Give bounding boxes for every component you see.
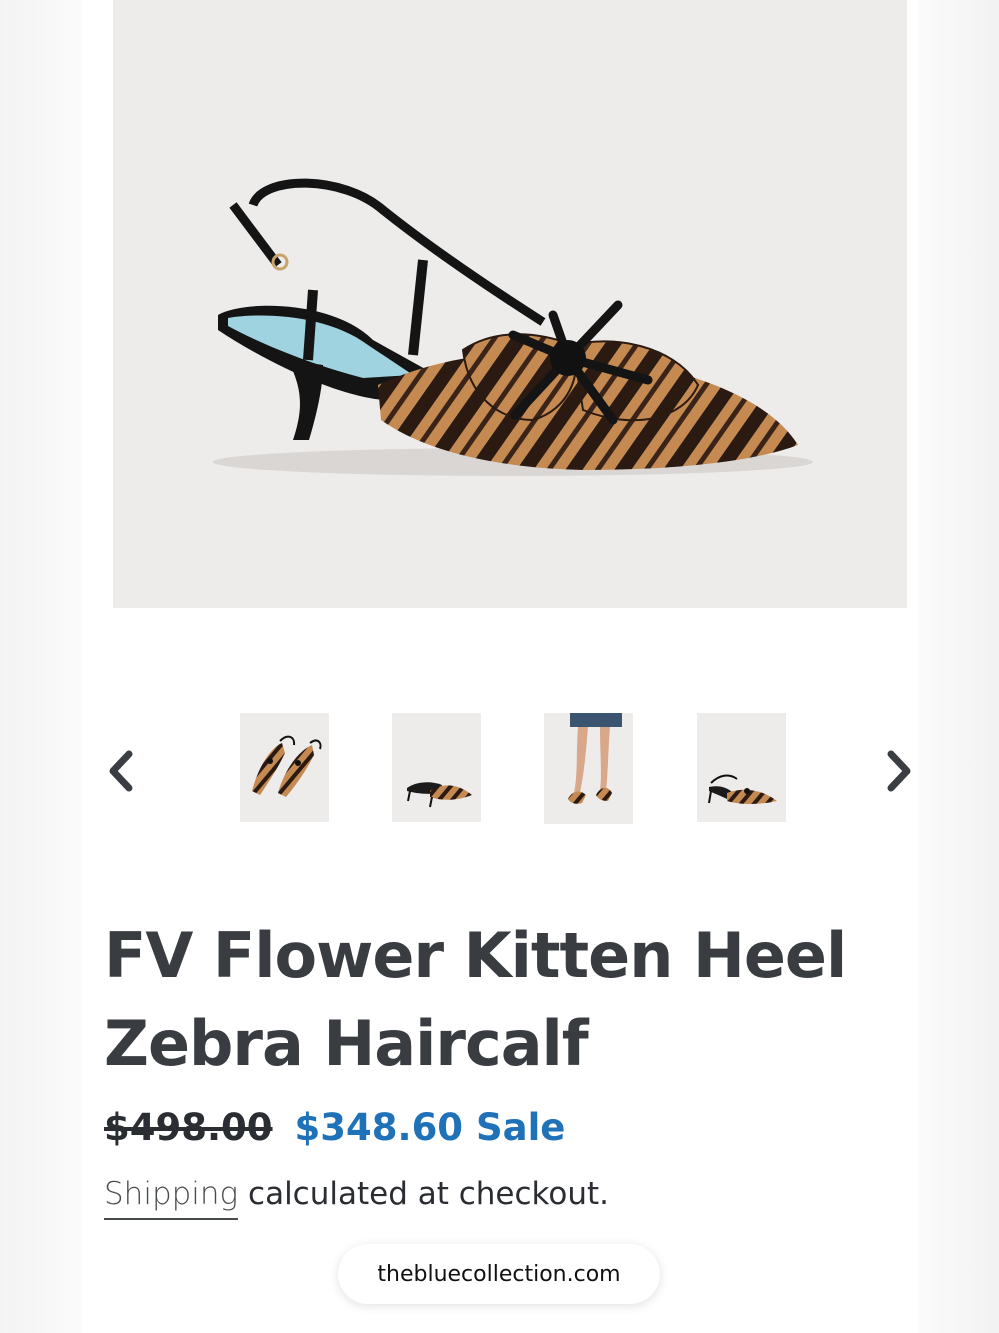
thumbnail-image-model-legs <box>544 713 633 824</box>
thumbnail-4[interactable] <box>697 713 786 822</box>
shipping-link[interactable]: Shipping <box>104 1176 239 1220</box>
thumbnail-2[interactable] <box>392 713 481 822</box>
product-title-line-1: FV Flower Kitten Heel <box>104 919 847 992</box>
left-margin <box>0 0 82 1333</box>
shipping-note: Shipping calculated at checkout. <box>104 1176 610 1220</box>
chevron-right-icon <box>887 750 911 792</box>
thumbnail-image-side <box>697 713 786 822</box>
product-title-line-2: Zebra Haircalf <box>104 1007 589 1080</box>
thumbnail-3[interactable] <box>544 713 633 824</box>
thumbnail-image-pair-top <box>240 713 329 822</box>
gallery-prev-button[interactable] <box>100 748 140 794</box>
shoe-illustration <box>213 178 813 476</box>
url-text: thebluecollection.com <box>377 1261 621 1287</box>
thumbnail-1[interactable] <box>240 713 329 822</box>
price-row: $498.00 $348.60 Sale <box>104 1106 565 1149</box>
main-product-image[interactable] <box>113 0 907 608</box>
shipping-text: calculated at checkout. <box>238 1176 610 1212</box>
sale-price: $348.60 <box>294 1106 464 1149</box>
gallery-next-button[interactable] <box>880 748 920 794</box>
thumbnail-image-side-pair <box>392 713 481 822</box>
original-price: $498.00 <box>104 1106 273 1149</box>
sale-label: Sale <box>475 1106 566 1149</box>
browser-url-bar[interactable]: thebluecollection.com <box>338 1244 660 1304</box>
right-margin <box>918 0 999 1333</box>
product-title: FV Flower Kitten Heel Zebra Haircalf <box>104 912 904 1088</box>
sale-price-group: $348.60 Sale <box>295 1106 566 1149</box>
chevron-left-icon <box>109 750 133 792</box>
